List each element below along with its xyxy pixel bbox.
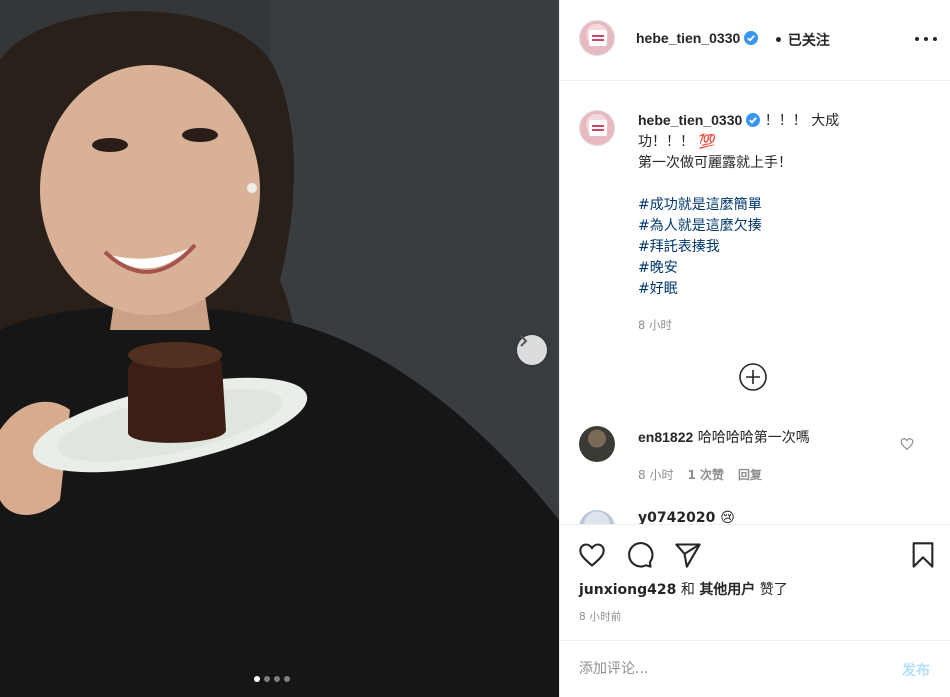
caption-text: 功！！！ 💯 <box>638 134 716 150</box>
comment-timestamp: 8 小时 <box>638 468 674 482</box>
post-header: hebe_tien_0330 • 已关注 <box>560 0 950 81</box>
hashtag-link[interactable]: #為人就是這麼欠揍 <box>638 216 873 237</box>
carousel-dot <box>274 676 280 682</box>
post-caption: hebe_tien_0330 ！！！ 大成 功！！！ 💯 第一次做可麗露就上手！… <box>638 110 873 300</box>
caption-text: ！！！ 大成 <box>764 113 840 129</box>
carousel-dot <box>284 676 290 682</box>
follow-status[interactable]: • 已关注 <box>774 30 830 50</box>
caption-timestamp: 8 小时 <box>638 318 672 332</box>
caption-text: 第一次做可麗露就上手！ <box>638 155 792 171</box>
comment-input[interactable] <box>579 658 879 680</box>
verified-badge-icon <box>746 113 761 127</box>
comment-reply-button[interactable]: 回复 <box>738 466 762 483</box>
comment-username[interactable]: en81822 <box>638 429 693 445</box>
post-comment-button[interactable]: 发布 <box>902 660 930 680</box>
liker-username[interactable]: junxiong428 <box>579 582 676 598</box>
heart-icon[interactable] <box>900 437 914 451</box>
hashtag-link[interactable]: #拜託表揍我 <box>638 237 873 258</box>
comment-icon[interactable] <box>626 541 654 569</box>
comment-text: 哈哈哈哈第一次嗎 <box>697 430 810 446</box>
share-icon[interactable] <box>674 541 702 569</box>
carousel-dot <box>254 676 260 682</box>
verified-badge-icon <box>744 31 759 45</box>
other-likers-link[interactable]: 其他用户 <box>699 582 755 598</box>
avatar[interactable] <box>579 20 615 56</box>
caption-username[interactable]: hebe_tien_0330 <box>638 112 761 128</box>
avatar[interactable] <box>579 426 615 462</box>
hashtag-link[interactable]: #晚安 <box>638 258 873 279</box>
load-more-comments-icon[interactable] <box>738 362 768 392</box>
carousel-next-button[interactable] <box>517 335 547 365</box>
post-detail-panel: hebe_tien_0330 • 已关注 hebe_tien_0330 ！！！ … <box>559 0 950 697</box>
chevron-right-icon <box>520 335 528 347</box>
more-options-icon[interactable] <box>915 30 937 48</box>
carousel-indicator <box>254 676 290 682</box>
comment-meta: 8 小时 1 次赞 回复 <box>638 466 762 483</box>
hashtag-link[interactable]: #好眠 <box>638 279 873 300</box>
carousel-dot <box>264 676 270 682</box>
comment-username[interactable]: y0742020 😢 <box>638 510 735 524</box>
post-actions <box>560 524 950 584</box>
hashtag-link[interactable]: #成功就是這麼簡單 <box>638 195 873 216</box>
likes-summary: junxiong428 和 其他用户 赞了 <box>579 579 788 599</box>
comment-item: en81822 哈哈哈哈第一次嗎 <box>638 427 810 447</box>
header-username[interactable]: hebe_tien_0330 <box>636 30 759 46</box>
comments-scroll-area[interactable]: hebe_tien_0330 ！！！ 大成 功！！！ 💯 第一次做可麗露就上手！… <box>560 82 950 524</box>
avatar[interactable] <box>579 510 615 524</box>
bookmark-icon[interactable] <box>909 541 937 569</box>
add-comment-bar: 发布 <box>560 640 950 697</box>
likes-and: 和 <box>680 582 695 598</box>
comment-like-count[interactable]: 1 次赞 <box>687 466 724 483</box>
heart-icon[interactable] <box>578 541 606 569</box>
likes-suffix: 赞了 <box>759 582 788 598</box>
avatar[interactable] <box>579 110 615 146</box>
post-timestamp: 8 小时前 <box>579 611 622 623</box>
photo-illustration <box>0 0 559 697</box>
post-photo <box>0 0 559 697</box>
